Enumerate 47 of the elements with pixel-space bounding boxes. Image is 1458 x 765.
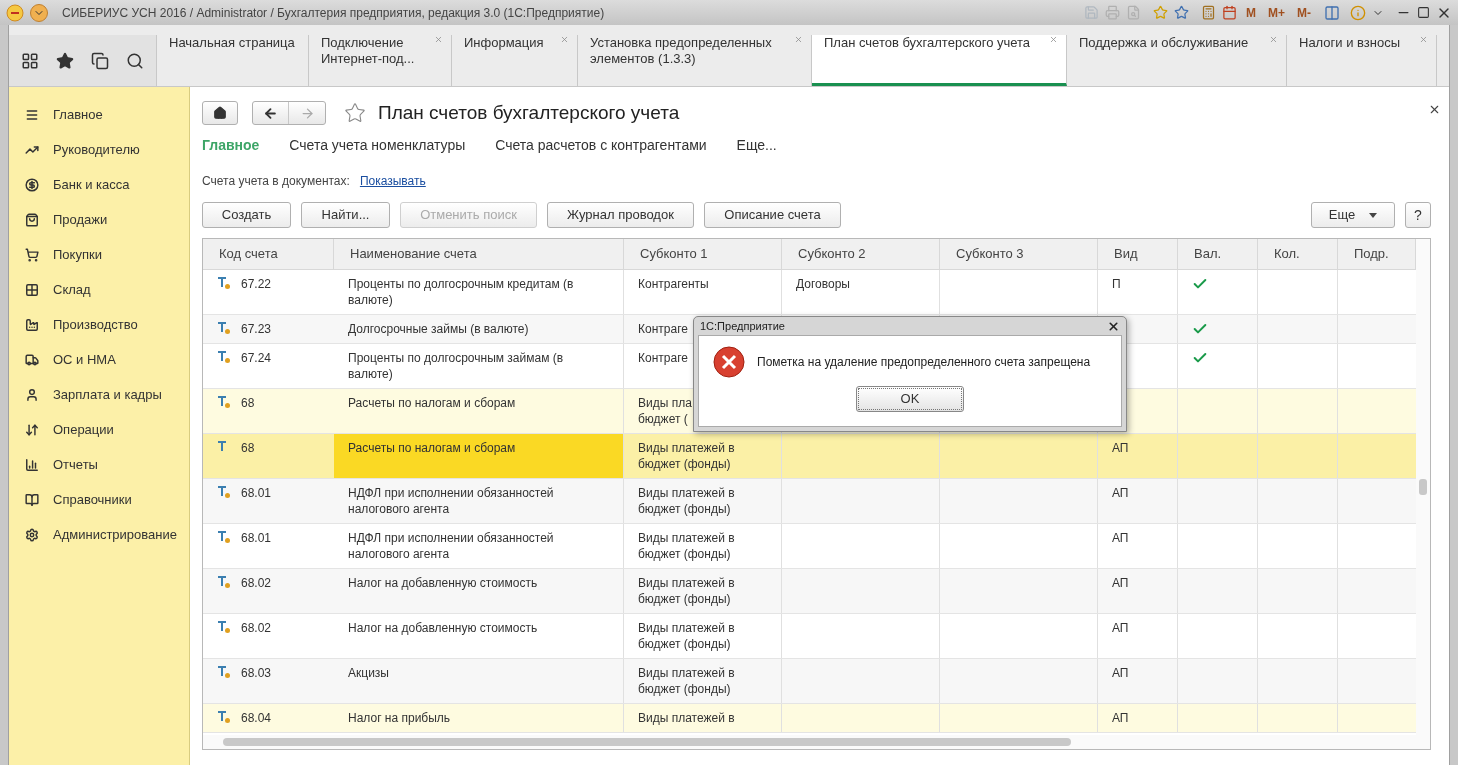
table-cell: Виды платежей в бюджет (фонды)	[638, 440, 735, 472]
table-cell: АП	[1112, 531, 1129, 545]
table-cell: Расчеты по налогам и сборам	[334, 434, 624, 478]
table-cell: Виды платежей в бюджет (фонды)	[638, 620, 735, 652]
table-cell: НДФЛ при исполнении обязанностей налогового агента	[334, 524, 624, 568]
dialog-message: Пометка на удаление предопределенного счета запрещена	[757, 354, 1091, 371]
table-cell-text: 68.01	[241, 485, 272, 502]
table-cell: Договоры	[796, 277, 850, 291]
table-cell: АП	[1112, 711, 1129, 725]
table-cell: Виды платежей в бюджет (фонды)	[638, 575, 735, 607]
table-cell: Налог на добавленную стоимость	[334, 614, 624, 658]
table-cell: АП	[1112, 486, 1129, 500]
form-title: План счетов бухгалтерского учета	[378, 100, 680, 125]
table-cell-text: 67.22	[241, 276, 272, 293]
table-cell: Проценты по долгосрочным кредитам (в валюте)	[334, 270, 624, 314]
table-cell: Виды платежей в	[638, 710, 735, 726]
table-cell: НДФЛ при исполнении обязанностей налогового агента	[334, 479, 624, 523]
table-cell: Виды пла бюджет (	[638, 395, 692, 427]
table-cell: АП	[1112, 621, 1129, 635]
table-cell: Налог на прибыль	[334, 704, 624, 732]
table-cell-text: 68.01	[241, 530, 272, 547]
table-cell: АП	[1112, 441, 1129, 455]
table-cell: АП	[1112, 576, 1129, 590]
table-cell: Виды платежей в бюджет (фонды)	[638, 665, 735, 697]
table-cell: Налог на добавленную стоимость	[334, 569, 624, 613]
table-cell: 67.23	[241, 321, 272, 337]
table-cell: П	[1112, 277, 1121, 291]
table-cell: Виды платежей в бюджет (фонды)	[638, 530, 735, 562]
table-cell: Виды платежей в бюджет (фонды)	[638, 485, 735, 517]
table-cell-text: 68.03	[241, 665, 272, 682]
table-cell-text: 68	[241, 395, 255, 412]
table-cell: Контрагенты	[638, 276, 709, 292]
table-cell: Контраге	[638, 350, 688, 366]
table-cell: Долгосрочные займы (в валюте)	[334, 315, 624, 343]
table-cell: Проценты по долгосрочным займам (в валюте)	[334, 344, 624, 388]
table-cell: Акцизы	[334, 659, 624, 703]
table-cell: 68.04	[241, 710, 272, 726]
table-cell: Расчеты по налогам и сборам	[334, 389, 624, 433]
table-cell-text: 68	[241, 440, 255, 457]
table-cell: Контраге	[638, 321, 688, 337]
docs-label: Счета учета в документах:	[202, 173, 350, 190]
table-cell: АП	[1112, 666, 1129, 680]
window-title: СИБЕРИУС УСН 2016 / Administrator / Бухгалтерия предприятия, редакция 3.0 (1С:Предприятие)	[62, 4, 605, 22]
table-cell-text: 68.02	[241, 575, 272, 592]
table-cell-text: 67.24	[241, 350, 272, 367]
table-cell-text: 68.02	[241, 620, 272, 637]
dialog-title: 1С:Предприятие	[700, 318, 785, 334]
